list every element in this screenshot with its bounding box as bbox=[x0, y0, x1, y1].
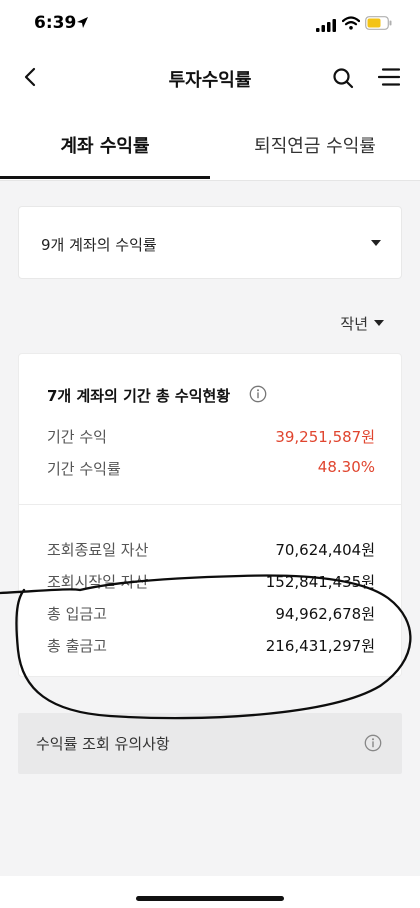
card-divider bbox=[19, 504, 401, 505]
wifi-icon bbox=[341, 15, 361, 34]
notice-label: 수익률 조회 유의사항 bbox=[36, 735, 170, 753]
total-withdrawal-label: 총 출금고 bbox=[47, 637, 107, 655]
tab-account-return[interactable]: 계좌 수익률 bbox=[0, 132, 210, 158]
period-return-rate-value: 48.30% bbox=[317, 458, 375, 476]
hamburger-menu-icon[interactable] bbox=[377, 67, 401, 91]
period-profit-label: 기간 수익 bbox=[47, 428, 107, 446]
end-date-asset-value: 70,624,404원 bbox=[275, 541, 375, 559]
return-summary-card: 7개 계좌의 기간 총 수익현황 기간 수익 39,251,587원 기간 수익… bbox=[18, 353, 402, 677]
tab-bar: 계좌 수익률 퇴직연금 수익률 bbox=[0, 120, 420, 181]
tab-pension-return[interactable]: 퇴직연금 수익률 bbox=[210, 132, 420, 158]
cellular-signal-icon bbox=[316, 17, 336, 36]
info-icon[interactable] bbox=[249, 385, 267, 407]
location-arrow-icon bbox=[76, 14, 89, 33]
bottom-safe-area bbox=[0, 876, 420, 908]
summary-title: 7개 계좌의 기간 총 수익현황 bbox=[47, 387, 231, 405]
active-tab-indicator bbox=[0, 176, 210, 179]
end-date-asset-label: 조회종료일 자산 bbox=[47, 541, 149, 559]
search-icon[interactable] bbox=[332, 67, 354, 93]
status-bar: 6:39 bbox=[0, 0, 420, 48]
home-indicator bbox=[136, 896, 284, 901]
info-icon bbox=[364, 734, 382, 756]
return-notice-row[interactable]: 수익률 조회 유의사항 bbox=[18, 713, 402, 774]
total-deposit-value: 94,962,678원 bbox=[275, 605, 375, 623]
total-deposit-label: 총 입금고 bbox=[47, 605, 107, 623]
total-withdrawal-value: 216,431,297원 bbox=[265, 637, 375, 655]
page-title: 투자수익률 bbox=[168, 70, 252, 91]
top-area: 6:39 투자수익률 계좌 수익률 퇴직연금 수익률 bbox=[0, 0, 420, 181]
period-return-rate-label: 기간 수익률 bbox=[47, 460, 121, 478]
period-profit-value: 39,251,587원 bbox=[275, 428, 375, 446]
period-filter-dropdown[interactable]: 작년 bbox=[340, 313, 368, 334]
battery-icon bbox=[365, 15, 392, 34]
status-time: 6:39 bbox=[34, 13, 77, 33]
caret-down-icon[interactable] bbox=[374, 320, 384, 326]
start-date-asset-value: 152,841,435원 bbox=[265, 573, 375, 591]
account-selector-dropdown[interactable]: 9개 계좌의 수익률 bbox=[18, 206, 402, 279]
navigation-bar: 투자수익률 bbox=[0, 54, 420, 102]
caret-down-icon bbox=[371, 240, 381, 246]
start-date-asset-label: 조회시작일 자산 bbox=[47, 573, 149, 591]
account-selector-value: 9개 계좌의 수익률 bbox=[41, 236, 157, 254]
